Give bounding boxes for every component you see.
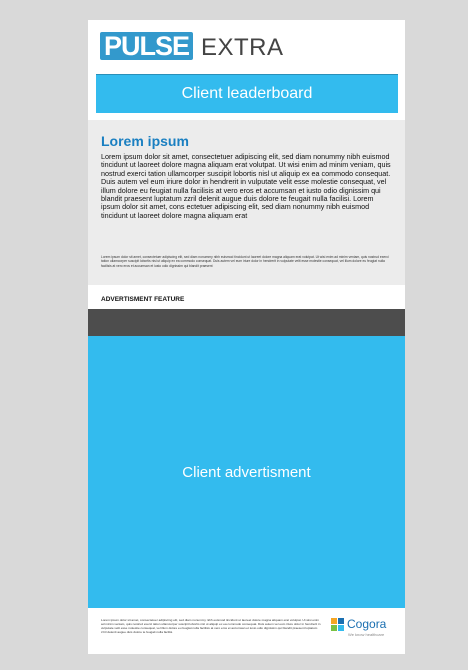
pulse-logo[interactable]: PULSE <box>100 32 194 60</box>
article-section: Lorem ipsum Lorem ipsum dolor sit amet, … <box>88 120 405 285</box>
cogora-grid-icon <box>331 618 344 631</box>
advertisment-feature-label: ADVERTISMENT FEATURE <box>101 296 185 303</box>
client-leaderboard-banner[interactable]: Client leaderboard <box>96 74 398 113</box>
masthead: PULSE EXTRA <box>88 20 405 74</box>
cogora-tagline: We know healthcare <box>348 632 385 637</box>
newsletter-frame: PULSE EXTRA Client leaderboard Lorem ips… <box>88 20 405 654</box>
cogora-logo[interactable]: Cogora We know healthcare <box>331 616 401 644</box>
client-advertisment-banner[interactable]: Client advertisment <box>88 336 405 608</box>
article-fine-print: Lorem ipsum dolor sit amet, consectetuer… <box>101 255 389 268</box>
advertisment-header-bar <box>88 309 405 336</box>
extra-logo-text: EXTRA <box>201 34 284 61</box>
client-advertisment-label: Client advertisment <box>182 463 311 481</box>
advertisment-footer-text: Lorem ipsum dolor sit amet, consectetuer… <box>101 618 321 635</box>
article-body: Lorem ipsum dolor sit amet, consectetuer… <box>101 152 391 220</box>
cogora-name: Cogora <box>347 617 387 631</box>
article-title[interactable]: Lorem ipsum <box>101 133 189 149</box>
leaderboard-label: Client leaderboard <box>181 85 313 102</box>
